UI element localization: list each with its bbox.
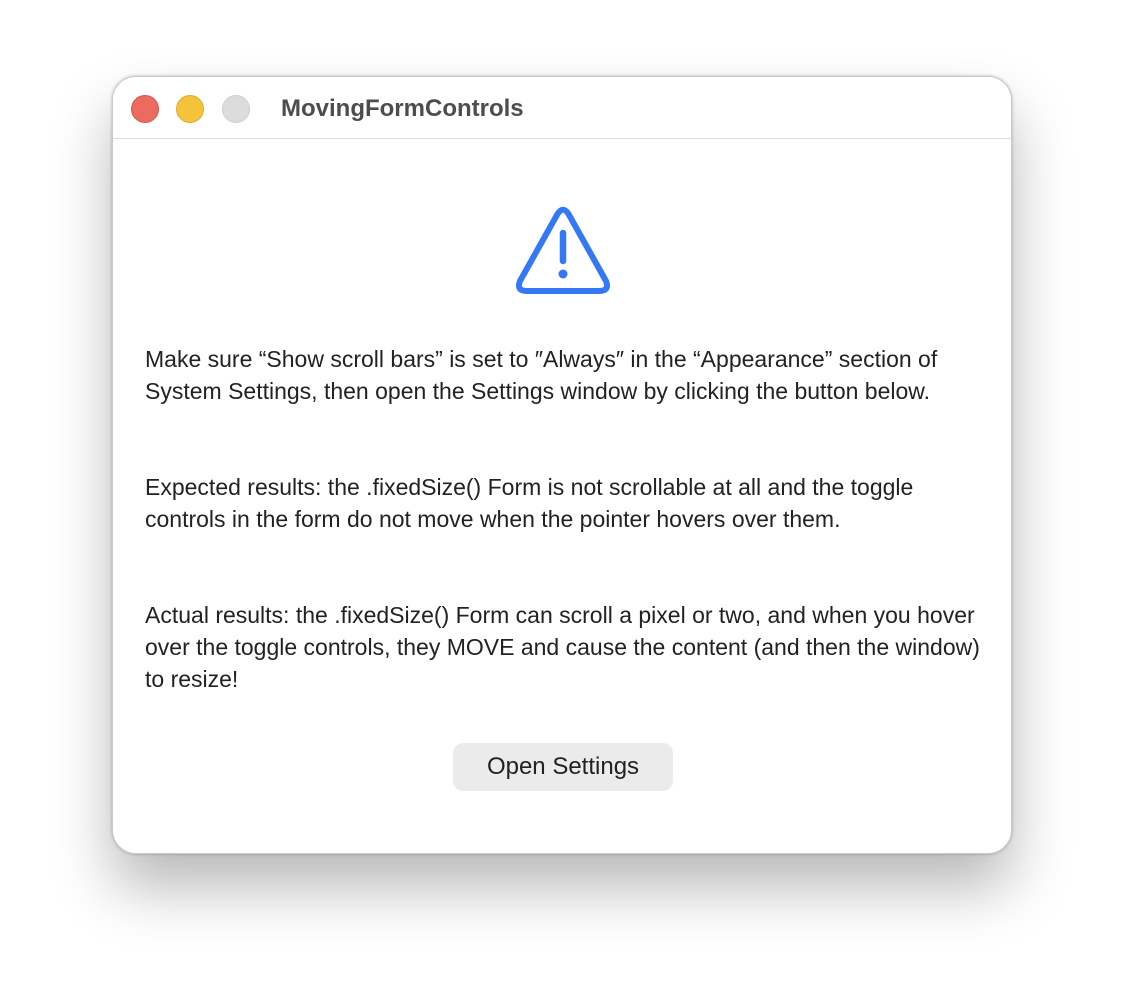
zoom-window-button[interactable] xyxy=(222,95,250,123)
exclamationmark-triangle-icon xyxy=(515,206,611,294)
window-content: Make sure “Show scroll bars” is set to ″… xyxy=(113,139,1011,853)
app-window: MovingFormControls Make sure “Show scrol… xyxy=(112,76,1012,854)
close-window-button[interactable] xyxy=(131,95,159,123)
title-bar[interactable]: MovingFormControls xyxy=(113,77,1011,139)
actual-results-text: Actual results: the .fixedSize() Form ca… xyxy=(145,602,980,692)
desktop-background: MovingFormControls Make sure “Show scrol… xyxy=(0,0,1124,1002)
instructions-text: Make sure “Show scroll bars” is set to ″… xyxy=(145,346,938,404)
minimize-window-button[interactable] xyxy=(176,95,204,123)
expected-results-text: Expected results: the .fixedSize() Form … xyxy=(145,474,914,532)
window-title: MovingFormControls xyxy=(281,95,524,122)
open-settings-button[interactable]: Open Settings xyxy=(453,743,673,791)
